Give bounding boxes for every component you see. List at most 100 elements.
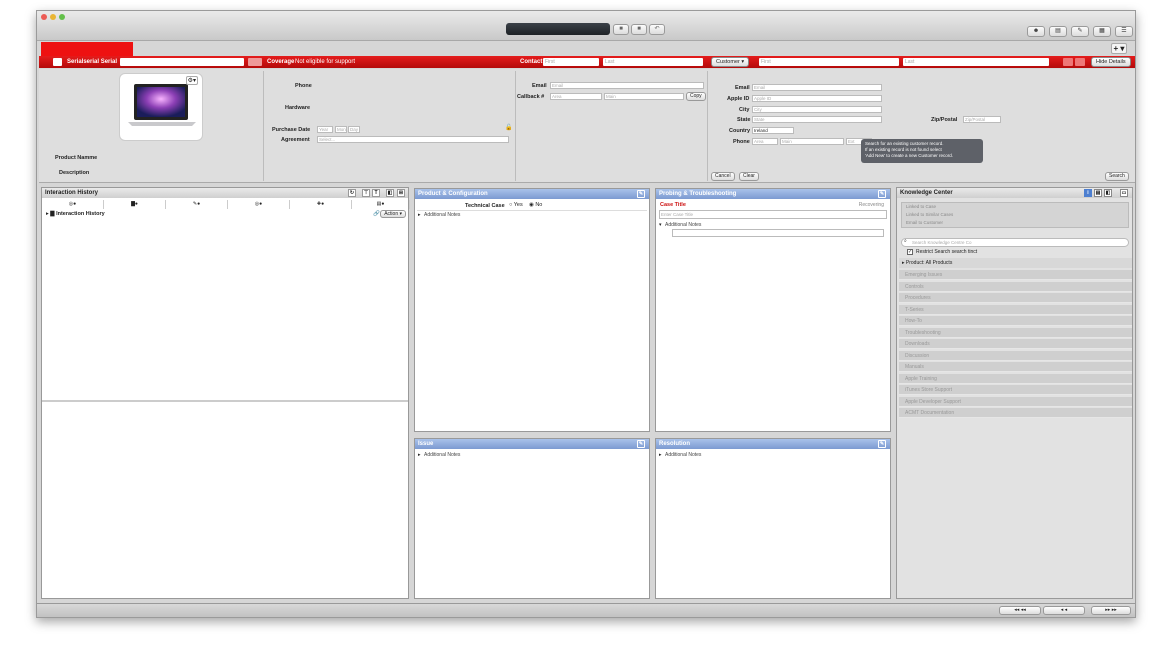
stop-button-2[interactable]: ■: [631, 24, 647, 35]
customer-last-input[interactable]: Last: [903, 58, 1049, 66]
knowledge-category-item[interactable]: ACMT Documentation: [899, 408, 1132, 418]
search-button[interactable]: Search: [1105, 172, 1129, 181]
first-page-button[interactable]: ◂◂ ◂◂: [999, 606, 1041, 615]
info-icon[interactable]: i: [1084, 189, 1092, 197]
knowledge-category-item[interactable]: Downloads: [899, 339, 1132, 349]
purchase-day-input[interactable]: Day: [348, 126, 360, 133]
linked-similar-item[interactable]: Linked to Similar Cases: [902, 211, 1128, 219]
email-customer-item[interactable]: Email to Customer: [902, 219, 1128, 227]
knowledge-category-item[interactable]: Troubleshooting: [899, 327, 1132, 338]
disclosure-icon[interactable]: ▸: [418, 212, 421, 218]
city-input[interactable]: City: [752, 106, 882, 113]
apple-id-input[interactable]: Apple ID: [752, 95, 882, 102]
filter-icon[interactable]: ⊤: [362, 189, 370, 197]
customer-first-input[interactable]: First: [759, 58, 899, 66]
customer-email-input[interactable]: Email: [752, 84, 882, 91]
knowledge-search-input[interactable]: Search Knowledge Centre Co: [901, 238, 1129, 247]
additional-notes-input[interactable]: [672, 229, 884, 237]
link-icon[interactable]: 🔗: [373, 210, 380, 219]
knowledge-category-item[interactable]: iTunes Store Support: [899, 385, 1132, 395]
case-title-input[interactable]: Enter Case Title: [659, 210, 887, 219]
edit-icon[interactable]: ✎: [1071, 26, 1089, 37]
additional-notes-toggle[interactable]: Additional Notes: [418, 452, 460, 458]
state-input[interactable]: State: [752, 116, 882, 123]
people-icon[interactable]: ☻: [1027, 26, 1045, 37]
yes-radio[interactable]: ○ Yes: [509, 202, 523, 208]
book-icon[interactable]: ▤: [1094, 189, 1102, 197]
edit-icon[interactable]: ✎: [878, 190, 886, 198]
history-col-phone[interactable]: ◎●: [228, 200, 290, 209]
knowledge-category-item[interactable]: Apple Training: [899, 373, 1132, 384]
contact-last-input[interactable]: Last: [603, 58, 703, 66]
hide-details-button[interactable]: Hide Details: [1091, 57, 1131, 67]
edit-icon[interactable]: ✎: [637, 440, 645, 448]
knowledge-category-item[interactable]: How-To: [899, 316, 1132, 326]
stop-button[interactable]: ■: [613, 24, 629, 35]
history-row[interactable]: ▸ ▇ Interaction History 🔗 Action ▾: [46, 210, 406, 219]
knowledge-category-item[interactable]: Apple Developer Support: [899, 396, 1132, 407]
expand-icon[interactable]: ▸ ▇: [46, 211, 55, 217]
edit-icon[interactable]: ✎: [637, 190, 645, 198]
serial-input[interactable]: [120, 58, 244, 66]
red-tool-icon[interactable]: [1063, 58, 1073, 66]
prev-page-button[interactable]: ◂ ◂: [1043, 606, 1085, 615]
linked-case-item[interactable]: Linked to Case: [902, 203, 1128, 211]
additional-notes-toggle[interactable]: Additional Notes: [659, 452, 701, 458]
lock-icon[interactable]: 🔓: [505, 124, 512, 131]
history-divider[interactable]: [42, 400, 408, 402]
customer-phone-area-input[interactable]: Area: [752, 138, 778, 145]
serial-dropdown[interactable]: [248, 58, 262, 66]
clear-button[interactable]: Clear: [739, 172, 759, 181]
history-col-case[interactable]: ▇●: [104, 200, 166, 209]
country-select[interactable]: Ireland: [752, 127, 794, 134]
split-icon[interactable]: ◧: [1104, 189, 1112, 197]
knowledge-category-item[interactable]: T-Series: [899, 304, 1132, 315]
cancel-button[interactable]: Cancel: [711, 172, 735, 181]
history-col-chat[interactable]: ◎●: [42, 200, 104, 209]
product-filter[interactable]: ▸ Product: All Products: [899, 258, 1132, 268]
list-icon[interactable]: ☰: [1115, 26, 1133, 37]
split-view-icon[interactable]: ◧: [386, 189, 394, 197]
gear-icon[interactable]: ⚙▾: [185, 76, 198, 85]
history-col-sync[interactable]: ✚●: [290, 200, 352, 209]
knowledge-category-item[interactable]: Manuals: [899, 362, 1132, 372]
no-radio[interactable]: ◉ No: [529, 202, 542, 208]
undo-button[interactable]: ↶: [649, 24, 665, 35]
text-icon[interactable]: T: [372, 189, 380, 197]
knowledge-category-item[interactable]: Emerging Issues: [899, 270, 1132, 280]
refresh-icon[interactable]: ↻: [348, 189, 356, 197]
zip-input[interactable]: Zip/Postal: [963, 116, 1001, 123]
additional-notes-toggle[interactable]: Additional Notes: [418, 212, 460, 218]
customer-phone-main-input[interactable]: Main: [780, 138, 844, 145]
callback-area-input[interactable]: Area: [550, 93, 602, 100]
add-tab-button[interactable]: + ▾: [1111, 43, 1127, 54]
additional-notes-toggle[interactable]: Additional Notes: [659, 222, 701, 228]
minimize-window-button[interactable]: [50, 14, 56, 20]
copy-button[interactable]: Copy: [686, 92, 706, 101]
purchase-year-input[interactable]: Year: [317, 126, 333, 133]
action-button[interactable]: Action ▾: [380, 210, 406, 218]
agreement-select[interactable]: Select...: [317, 136, 509, 143]
edit-icon[interactable]: ✎: [878, 440, 886, 448]
contact-email-label: Email: [532, 83, 547, 89]
cards-icon[interactable]: ▤: [1049, 26, 1067, 37]
knowledge-category-item[interactable]: Controls: [899, 281, 1132, 292]
contact-email-input[interactable]: Email: [550, 82, 704, 89]
close-window-button[interactable]: [41, 14, 47, 20]
history-col-tools[interactable]: ✎●: [166, 200, 228, 209]
contact-first-input[interactable]: First: [543, 58, 599, 66]
person-icon[interactable]: [1075, 58, 1085, 66]
calendar-icon[interactable]: ▦: [1093, 26, 1111, 37]
grid-view-icon[interactable]: ⊞: [397, 189, 405, 197]
restrict-checkbox[interactable]: ✓: [907, 249, 913, 255]
customer-button[interactable]: Customer ▾: [711, 57, 750, 67]
knowledge-category-item[interactable]: Discussion: [899, 350, 1132, 361]
window-icon[interactable]: ▭: [1120, 189, 1128, 197]
callback-main-input[interactable]: Main: [604, 93, 684, 100]
knowledge-category-item[interactable]: Procedures: [899, 293, 1132, 303]
last-page-button[interactable]: ▸▸ ▸▸: [1091, 606, 1131, 615]
history-col-doc[interactable]: ▤●: [352, 200, 410, 209]
zoom-window-button[interactable]: [59, 14, 65, 20]
purchase-month-input[interactable]: Mon: [335, 126, 347, 133]
case-tab[interactable]: [41, 42, 133, 56]
